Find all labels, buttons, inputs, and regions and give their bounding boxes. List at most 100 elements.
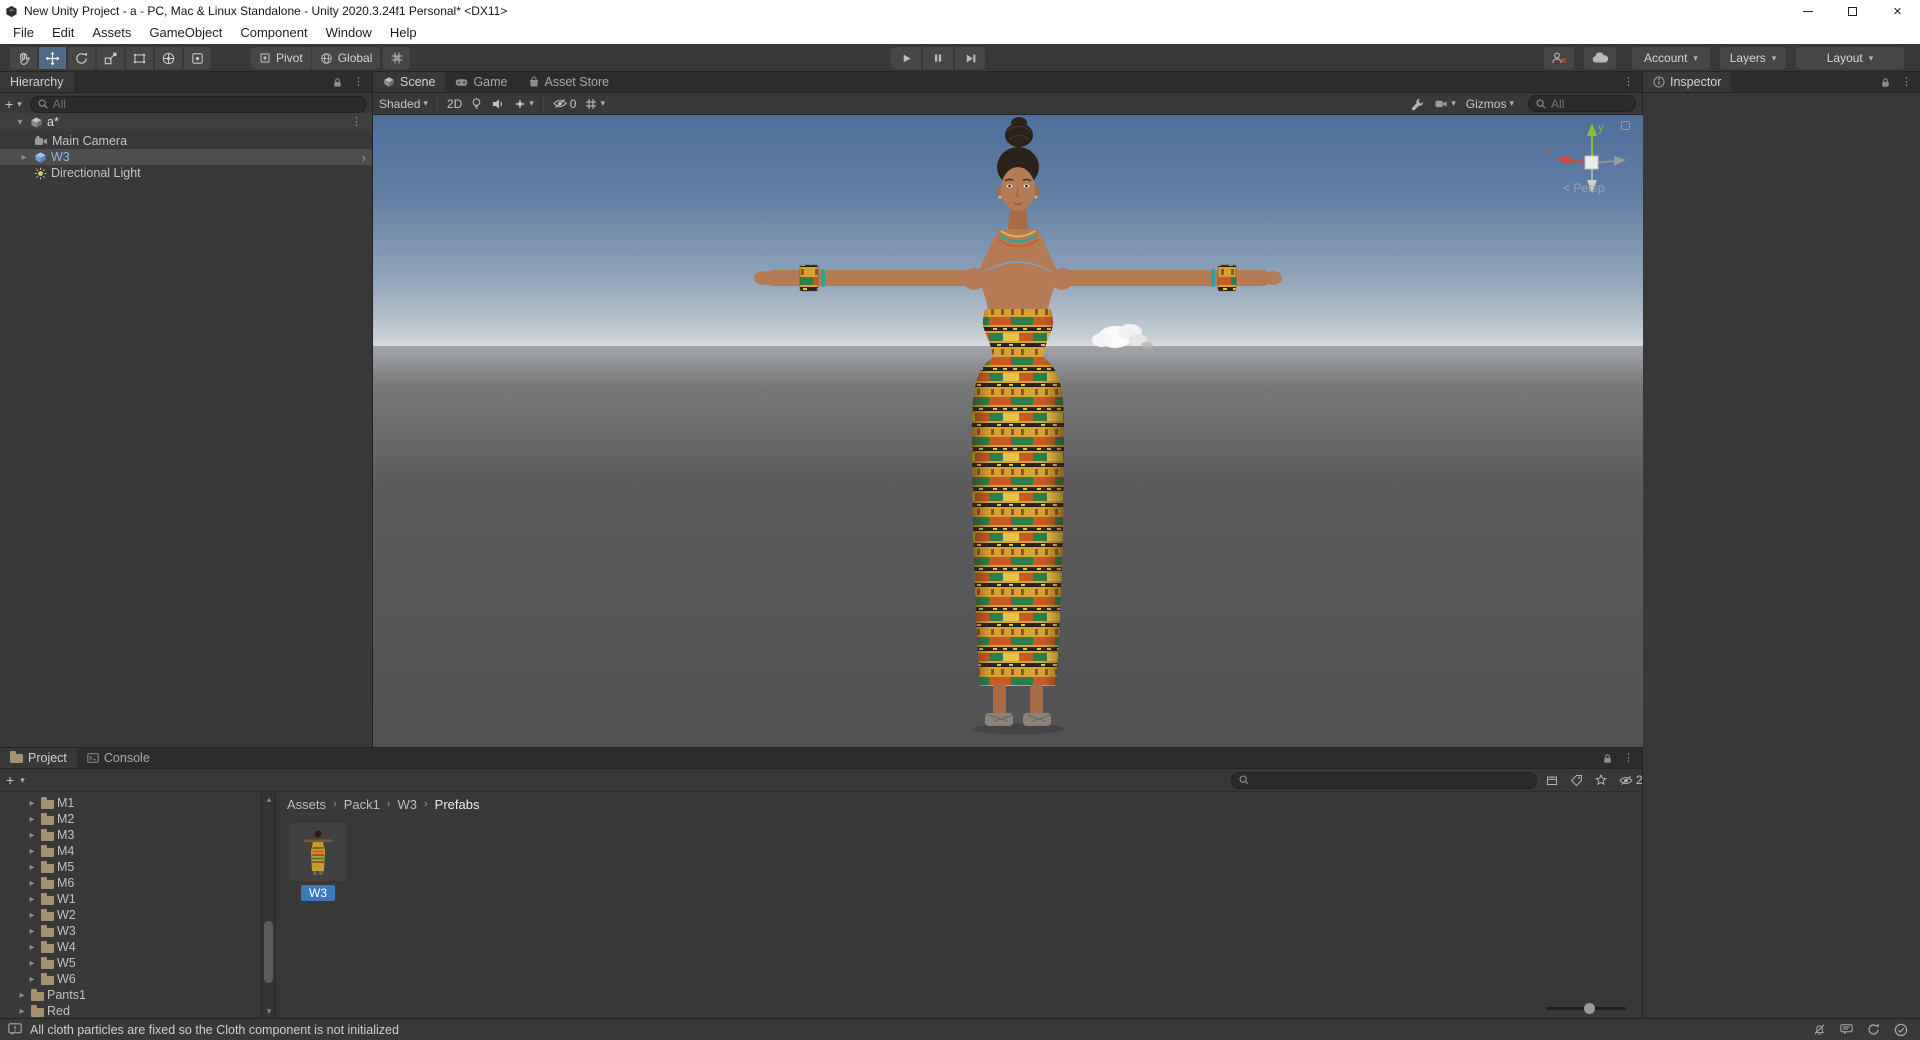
status-warning-icon[interactable]: [8, 1023, 22, 1036]
collapse-icon[interactable]: ▸: [26, 830, 38, 841]
lock-icon[interactable]: [1880, 77, 1891, 88]
scene-root-row[interactable]: ▾ a* ⋮: [0, 113, 372, 131]
console-messages-icon[interactable]: [1840, 1024, 1853, 1035]
account-dropdown[interactable]: Account ▾: [1632, 47, 1710, 69]
collapse-icon[interactable]: ▸: [26, 846, 38, 857]
pause-button[interactable]: [923, 47, 953, 69]
project-search-input[interactable]: [1231, 771, 1537, 789]
collapse-icon[interactable]: ▸: [26, 862, 38, 873]
minimize-button[interactable]: [1785, 0, 1830, 22]
play-button[interactable]: [891, 47, 921, 69]
collapse-icon[interactable]: ▸: [26, 942, 38, 953]
rotate-tool-button[interactable]: [68, 47, 95, 69]
maximize-button[interactable]: [1830, 0, 1875, 22]
search-by-label-icon[interactable]: [1570, 774, 1583, 787]
menu-assets[interactable]: Assets: [83, 22, 140, 44]
grid-visibility-dropdown[interactable]: ▾: [585, 98, 605, 110]
more-menu-icon[interactable]: ⋮: [1901, 76, 1912, 88]
folder-row-w1[interactable]: ▸ W1: [0, 891, 75, 907]
more-menu-icon[interactable]: ⋮: [1623, 752, 1634, 764]
global-toggle-button[interactable]: Global: [311, 47, 381, 69]
scene-viewport[interactable]: y x < Persp: [373, 115, 1643, 747]
collapse-icon[interactable]: ▾: [14, 117, 26, 128]
folder-row-m2[interactable]: ▸ M2: [0, 811, 74, 827]
folder-row-pants1[interactable]: ▸ Pants1: [0, 987, 85, 1003]
pivot-toggle-button[interactable]: Pivot: [251, 47, 311, 69]
scene-visibility-toggle[interactable]: 0: [553, 97, 576, 111]
collapse-icon[interactable]: ▸: [26, 974, 38, 985]
tab-inspector[interactable]: Inspector: [1643, 72, 1732, 92]
2d-toggle[interactable]: 2D: [447, 97, 462, 111]
close-button[interactable]: ×: [1875, 0, 1920, 22]
asset-label-selected[interactable]: W3: [301, 885, 335, 901]
tab-hierarchy[interactable]: Hierarchy: [0, 72, 74, 92]
collapse-icon[interactable]: ▸: [26, 878, 38, 889]
folder-row-w2[interactable]: ▸ W2: [0, 907, 75, 923]
menu-component[interactable]: Component: [231, 22, 316, 44]
folder-row-w3[interactable]: ▸ W3: [0, 923, 75, 939]
collapse-icon[interactable]: ▸: [26, 798, 38, 809]
tab-project[interactable]: Project: [0, 748, 77, 768]
more-menu-icon[interactable]: ⋮: [353, 76, 364, 88]
hierarchy-item-w3[interactable]: ▸ W3 ›: [0, 149, 372, 165]
collapse-icon[interactable]: ▸: [26, 958, 38, 969]
audio-toggle[interactable]: [491, 98, 505, 110]
add-object-dropdown-icon[interactable]: ▾: [17, 99, 22, 110]
component-tools-button[interactable]: [1410, 97, 1424, 111]
layers-dropdown[interactable]: Layers ▾: [1720, 47, 1786, 69]
lock-icon[interactable]: [332, 77, 343, 88]
perspective-label[interactable]: < Persp: [1563, 181, 1605, 195]
scroll-up-icon[interactable]: ▴: [262, 794, 276, 805]
collapse-icon[interactable]: ▸: [16, 1006, 28, 1017]
collapse-icon[interactable]: ▸: [26, 814, 38, 825]
tab-game[interactable]: Game: [445, 72, 517, 92]
tree-scrollbar[interactable]: ▴ ▾: [261, 793, 275, 1018]
lock-icon[interactable]: [1602, 753, 1613, 764]
folder-row-m3[interactable]: ▸ M3: [0, 827, 74, 843]
menu-window[interactable]: Window: [317, 22, 381, 44]
folder-row-m4[interactable]: ▸ M4: [0, 843, 74, 859]
transform-tool-button[interactable]: [155, 47, 182, 69]
hierarchy-item-directional-light[interactable]: Directional Light: [0, 165, 372, 181]
status-message[interactable]: All cloth particles are fixed so the Clo…: [30, 1023, 399, 1037]
menu-edit[interactable]: Edit: [43, 22, 83, 44]
rect-tool-button[interactable]: [126, 47, 153, 69]
hidden-packages-toggle[interactable]: 2: [1619, 773, 1643, 787]
scrollbar-thumb[interactable]: [264, 921, 273, 983]
background-tasks-icon[interactable]: [1894, 1023, 1908, 1037]
scroll-down-icon[interactable]: ▾: [262, 1006, 276, 1017]
layout-dropdown[interactable]: Layout ▾: [1796, 47, 1904, 69]
add-object-button[interactable]: +: [5, 96, 13, 112]
effects-dropdown[interactable]: ▾: [514, 98, 534, 110]
mute-notifications-icon[interactable]: [1813, 1023, 1826, 1036]
tab-scene[interactable]: Scene: [373, 72, 446, 92]
scene-options-icon[interactable]: ⋮: [351, 116, 362, 128]
hierarchy-item-main-camera[interactable]: Main Camera: [0, 133, 372, 149]
prefab-open-arrow-icon[interactable]: ›: [362, 151, 366, 164]
cloud-button[interactable]: [1584, 47, 1616, 69]
breadcrumb-prefabs[interactable]: Prefabs: [435, 797, 480, 812]
favorite-search-icon[interactable]: [1595, 774, 1607, 786]
tab-asset-store[interactable]: Asset Store: [518, 72, 620, 92]
collapse-icon[interactable]: ▸: [26, 910, 38, 921]
cache-server-icon[interactable]: [1867, 1023, 1880, 1036]
hand-tool-button[interactable]: [10, 47, 37, 69]
step-button[interactable]: [955, 47, 985, 69]
gizmo-menu-icon[interactable]: [1621, 121, 1630, 130]
custom-tool-button[interactable]: [184, 47, 211, 69]
folder-row-red[interactable]: ▸ Red: [0, 1003, 69, 1019]
search-by-type-icon[interactable]: [1546, 774, 1558, 786]
lighting-toggle[interactable]: [471, 97, 482, 111]
folder-row-m5[interactable]: ▸ M5: [0, 859, 74, 875]
scene-camera-dropdown[interactable]: ▾: [1434, 98, 1456, 109]
folder-row-m1[interactable]: ▸ M1: [0, 795, 74, 811]
tab-console[interactable]: Console: [77, 748, 160, 768]
folder-row-w4[interactable]: ▸ W4: [0, 939, 75, 955]
collapse-icon[interactable]: ▸: [26, 926, 38, 937]
gizmos-dropdown[interactable]: Gizmos ▾: [1466, 97, 1514, 111]
shading-mode-dropdown[interactable]: Shaded ▾: [379, 97, 428, 111]
zoom-slider-thumb[interactable]: [1584, 1003, 1595, 1014]
collapse-icon[interactable]: ▸: [26, 894, 38, 905]
add-asset-button[interactable]: +: [6, 772, 14, 788]
scale-tool-button[interactable]: [97, 47, 124, 69]
